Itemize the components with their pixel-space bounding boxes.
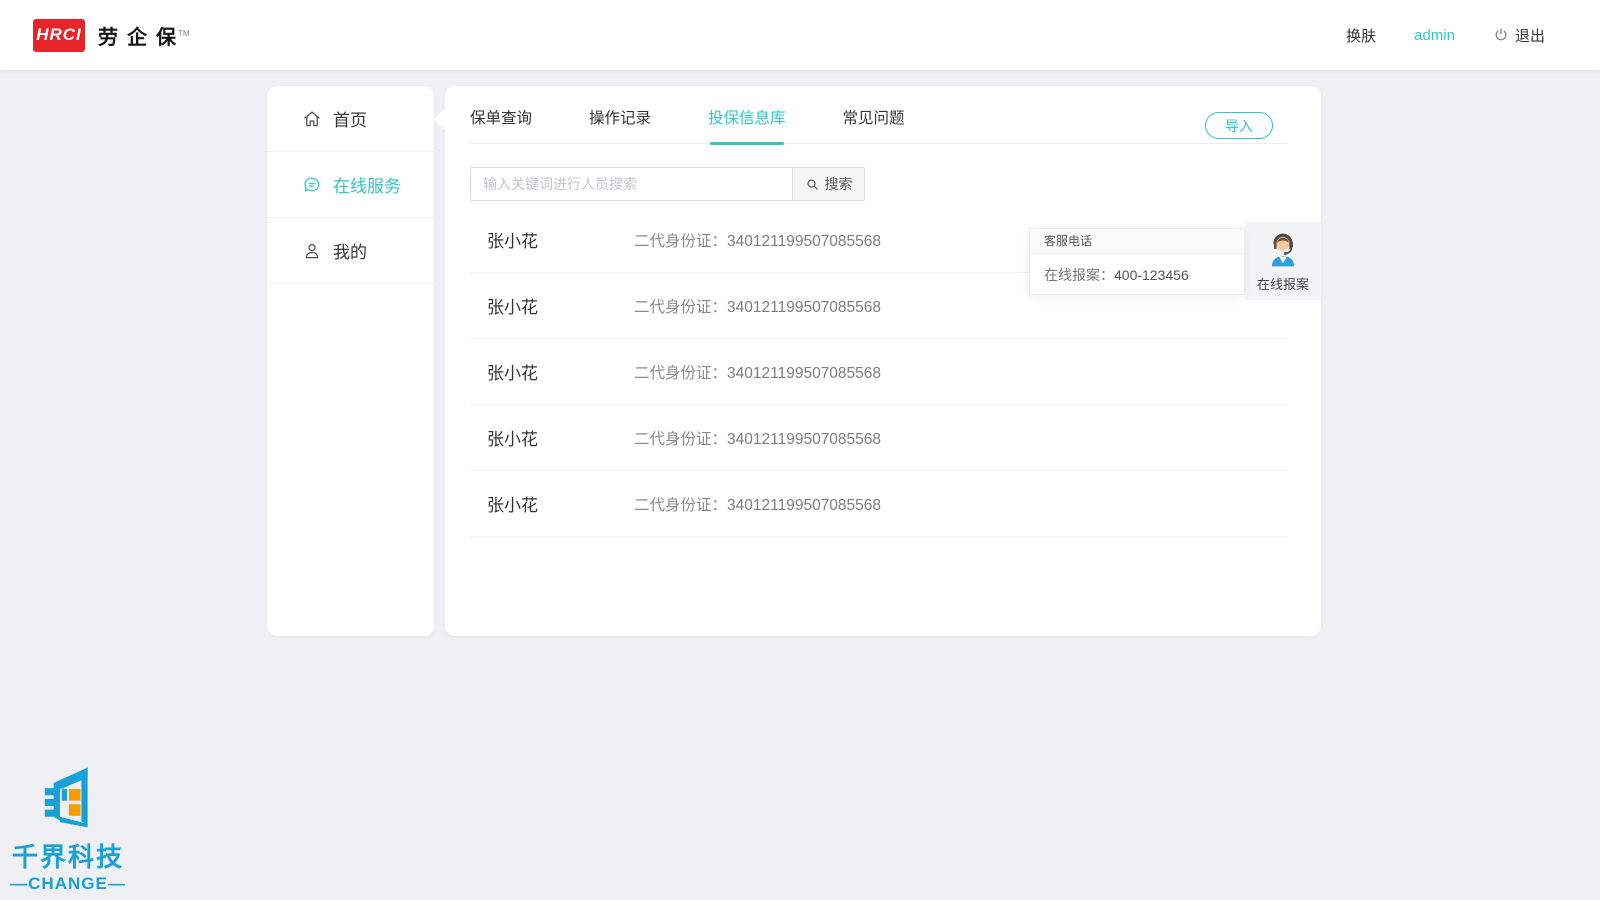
person-name: 张小花 bbox=[487, 293, 617, 318]
sidebar-item-online-service[interactable]: 在线服务 bbox=[267, 152, 434, 218]
search-icon bbox=[805, 177, 820, 192]
person-name: 张小花 bbox=[487, 227, 617, 252]
sidebar-item-mine[interactable]: 我的 bbox=[267, 218, 434, 284]
person-name: 张小花 bbox=[487, 359, 617, 384]
change-skin-link[interactable]: 换肤 bbox=[1346, 25, 1376, 46]
username-link[interactable]: admin bbox=[1414, 27, 1455, 44]
footer-company-name: 千界科技 bbox=[2, 837, 134, 874]
sidebar-item-home[interactable]: 首页 bbox=[267, 86, 434, 152]
import-button[interactable]: 导入 bbox=[1205, 112, 1273, 139]
sidebar-item-label: 在线服务 bbox=[333, 172, 401, 197]
logout-label: 退出 bbox=[1515, 25, 1545, 46]
list-item[interactable]: 张小花 二代身份证：340121199507085568 bbox=[470, 405, 1288, 471]
sidebar-item-label: 首页 bbox=[333, 106, 367, 131]
report-phone-number[interactable]: 400-123456 bbox=[1114, 267, 1189, 283]
footer-slogan: —CHANGE— bbox=[2, 874, 134, 894]
search-bar: 搜索 bbox=[470, 167, 865, 201]
tab-faq[interactable]: 常见问题 bbox=[843, 106, 905, 143]
header-actions: 换肤 admin 退出 bbox=[1346, 25, 1545, 46]
trademark-mark: TM bbox=[178, 29, 190, 38]
customer-service-avatar bbox=[1264, 230, 1302, 273]
tab-bar: 保单查询 操作记录 投保信息库 常见问题 导入 bbox=[470, 86, 1288, 144]
user-icon bbox=[302, 241, 322, 261]
person-id: 二代身份证：340121199507085568 bbox=[634, 361, 881, 383]
list-item[interactable]: 张小花 二代身份证：340121199507085568 bbox=[470, 471, 1288, 537]
power-icon bbox=[1493, 27, 1509, 43]
tab-insured-info[interactable]: 投保信息库 bbox=[708, 106, 786, 143]
change-logo-mark bbox=[41, 818, 95, 835]
chat-icon bbox=[302, 175, 322, 195]
main-panel: 保单查询 操作记录 投保信息库 常见问题 导入 搜索 张小花 二代身份证：340… bbox=[445, 86, 1321, 636]
tab-policy-query[interactable]: 保单查询 bbox=[470, 106, 532, 143]
person-name: 张小花 bbox=[487, 425, 617, 450]
service-phone-popup: 客服电话 在线报案：400-123456 bbox=[1029, 228, 1245, 295]
list-item[interactable]: 张小花 二代身份证：340121199507085568 bbox=[470, 339, 1288, 405]
logout-button[interactable]: 退出 bbox=[1493, 25, 1545, 46]
search-button[interactable]: 搜索 bbox=[792, 168, 864, 200]
service-phone-line: 在线报案：400-123456 bbox=[1030, 254, 1244, 285]
hrci-logo: HRCI bbox=[33, 19, 85, 52]
service-popup-title: 客服电话 bbox=[1030, 229, 1244, 254]
brand-title: 劳企保TM bbox=[98, 21, 197, 50]
online-report-side-button[interactable]: 在线报案 bbox=[1245, 222, 1321, 300]
person-id: 二代身份证：340121199507085568 bbox=[634, 427, 881, 449]
home-icon bbox=[302, 109, 322, 129]
sidebar-item-label: 我的 bbox=[333, 238, 367, 263]
top-header: HRCI 劳企保TM 换肤 admin 退出 bbox=[0, 0, 1600, 70]
person-id: 二代身份证：340121199507085568 bbox=[634, 295, 881, 317]
report-phone-label: 在线报案： bbox=[1044, 267, 1114, 283]
hrci-logo-text: HRCI bbox=[36, 25, 82, 45]
online-report-label: 在线报案 bbox=[1257, 274, 1309, 293]
search-input[interactable] bbox=[471, 168, 792, 200]
footer-logo: 千界科技 —CHANGE— bbox=[2, 765, 134, 894]
tab-operation-log[interactable]: 操作记录 bbox=[589, 106, 651, 143]
sidebar: 首页 在线服务 我的 bbox=[267, 86, 434, 636]
person-id: 二代身份证：340121199507085568 bbox=[634, 493, 881, 515]
person-name: 张小花 bbox=[487, 491, 617, 516]
person-id: 二代身份证：340121199507085568 bbox=[634, 229, 881, 251]
search-button-label: 搜索 bbox=[825, 174, 853, 194]
